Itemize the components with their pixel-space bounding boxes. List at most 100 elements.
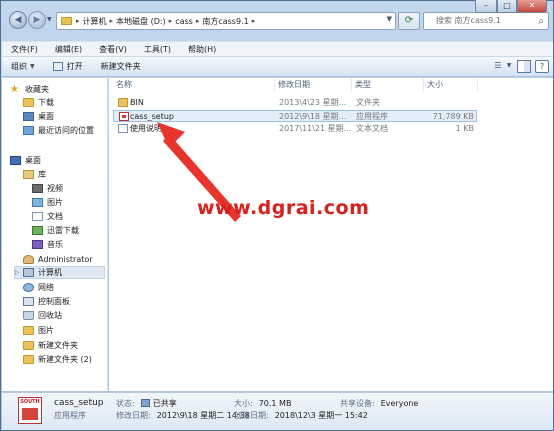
nav-label: 视频 (47, 184, 63, 193)
nav-downloads[interactable]: 下载 (23, 96, 54, 109)
computer-icon (23, 268, 34, 277)
shared-users-icon (140, 399, 150, 407)
window-controls: – □ ✕ (475, 0, 547, 13)
south-app-icon: SOUTH (18, 397, 42, 424)
nav-favorites[interactable]: ★ 收藏夹 (10, 83, 49, 96)
refresh-icon: ⟳ (404, 15, 414, 26)
breadcrumb-cass91[interactable]: 南方cass9.1 (202, 16, 248, 27)
breadcrumb-separator-icon[interactable]: ▸ (76, 17, 80, 25)
organize-button[interactable]: 组织 ▼ (2, 57, 44, 76)
nav-libraries[interactable]: 库 (23, 168, 46, 181)
open-button[interactable]: 打开 (44, 57, 92, 76)
preview-pane-button[interactable] (517, 60, 531, 73)
view-options-dropdown[interactable]: ▼ (505, 60, 513, 73)
annotation-arrow-icon (157, 122, 241, 222)
recent-pages-dropdown-icon[interactable]: ▼ (47, 16, 52, 23)
nav-control-panel[interactable]: 控制面板 (23, 295, 70, 308)
breadcrumb-separator-icon[interactable]: ▸ (252, 17, 256, 25)
size-value: 70.1 MB (258, 399, 292, 408)
menu-help[interactable]: 帮助(H) (179, 44, 224, 55)
breadcrumb-separator-icon[interactable]: ▸ (110, 17, 114, 25)
menu-file[interactable]: 文件(F) (2, 44, 46, 55)
size-label: 大小: (234, 399, 253, 408)
breadcrumb-computer[interactable]: 计算机 (83, 16, 107, 27)
help-button[interactable]: ? (535, 60, 549, 73)
address-dropdown-icon[interactable]: ▼ (387, 15, 392, 23)
breadcrumb-cass[interactable]: cass (175, 17, 193, 26)
breadcrumb-drive-d[interactable]: 本地磁盘 (D:) (116, 16, 166, 27)
nav-label: 新建文件夹 (2) (38, 355, 92, 364)
nav-desktop[interactable]: 桌面 (10, 154, 41, 167)
nav-music[interactable]: 音乐 (32, 238, 63, 251)
selected-file-kind: 应用程序 (54, 411, 86, 420)
refresh-button[interactable]: ⟳ (398, 12, 420, 30)
forward-button[interactable]: ▶ (28, 11, 46, 29)
music-icon (32, 240, 43, 249)
folder-icon (23, 326, 34, 335)
new-folder-button[interactable]: 新建文件夹 (92, 57, 150, 76)
created-label: 创建日期: (234, 411, 269, 420)
search-box[interactable]: ⌕ (423, 12, 549, 30)
nav-network[interactable]: 网络 (23, 281, 54, 294)
nav-new-folder[interactable]: 新建文件夹 (23, 339, 78, 352)
library-icon (23, 170, 34, 179)
open-label: 打开 (66, 62, 83, 71)
nav-pictures[interactable]: 图片 (32, 196, 63, 209)
nav-new-folder-2[interactable]: 新建文件夹 (2) (23, 353, 92, 366)
nav-thunder-downloads[interactable]: 迅雷下载 (32, 224, 79, 237)
nav-label: 音乐 (47, 240, 63, 249)
breadcrumb-separator-icon[interactable]: ▸ (169, 17, 173, 25)
expand-caret-icon[interactable]: ▷ (15, 269, 23, 276)
menu-view[interactable]: 查看(V) (90, 44, 135, 55)
menu-tools[interactable]: 工具(T) (135, 44, 179, 55)
desktop-icon (10, 156, 21, 165)
view-controls: ☰ ▼ ? (487, 60, 549, 73)
forward-arrow-icon: ▶ (33, 15, 41, 25)
explorer-window: ◀ ▶ ▼ ▸ 计算机 ▸ 本地磁盘 (D:) ▸ cass ▸ 南方cass9… (0, 0, 554, 431)
address-bar[interactable]: ▸ 计算机 ▸ 本地磁盘 (D:) ▸ cass ▸ 南方cass9.1 ▸ ▼ (56, 12, 396, 30)
menu-edit[interactable]: 编辑(E) (46, 44, 90, 55)
change-view-button[interactable]: ☰ (491, 60, 505, 73)
nav-desktop-favorite[interactable]: 桌面 (23, 110, 54, 123)
nav-pictures-folder[interactable]: 图片 (23, 324, 54, 337)
nav-label: 图片 (47, 198, 63, 207)
maximize-button[interactable]: □ (497, 0, 517, 13)
file-list: 名称 修改日期 类型 大小 BIN 2013\4\23 星期... 文件夹 ca… (109, 78, 553, 391)
control-panel-icon (23, 297, 34, 306)
breadcrumb-separator-icon[interactable]: ▸ (196, 17, 200, 25)
nav-label: 收藏夹 (25, 85, 49, 94)
network-icon (23, 283, 34, 292)
nav-documents[interactable]: 文档 (32, 210, 63, 223)
back-button[interactable]: ◀ (9, 11, 27, 29)
open-icon (52, 62, 63, 71)
nav-label: 图片 (38, 326, 54, 335)
close-button[interactable]: ✕ (517, 0, 547, 13)
minimize-button[interactable]: – (475, 0, 497, 13)
share-label: 共享设备: (340, 399, 375, 408)
search-icon[interactable]: ⌕ (538, 14, 544, 30)
star-icon: ★ (10, 84, 19, 95)
nav-recent-places[interactable]: 最近访问的位置 (23, 124, 94, 137)
download-icon (32, 226, 43, 235)
nav-label: 控制面板 (38, 297, 70, 306)
share-value: Everyone (380, 399, 419, 408)
nav-computer[interactable]: ▷ 计算机 (14, 266, 105, 279)
details-pane: SOUTH cass_setup 应用程序 状态: 已共享 修改日期: 2012\9… (2, 392, 553, 430)
nav-label: 文档 (47, 212, 63, 221)
video-icon (32, 184, 43, 193)
folder-icon (61, 17, 72, 25)
recent-places-icon (23, 126, 34, 135)
nav-administrator[interactable]: Administrator (23, 253, 93, 266)
document-icon (32, 212, 43, 221)
nav-label: 新建文件夹 (38, 341, 78, 350)
folder-icon (23, 341, 34, 350)
nav-label: 最近访问的位置 (38, 126, 94, 135)
folder-icon (23, 355, 34, 364)
nav-label: 回收站 (38, 311, 62, 320)
nav-recycle-bin[interactable]: 回收站 (23, 309, 62, 322)
nav-videos[interactable]: 视频 (32, 182, 63, 195)
status-field: 状态: 已共享 (116, 398, 177, 409)
search-input[interactable] (436, 13, 536, 29)
nav-label: 库 (38, 170, 46, 179)
desktop-icon (23, 112, 34, 121)
